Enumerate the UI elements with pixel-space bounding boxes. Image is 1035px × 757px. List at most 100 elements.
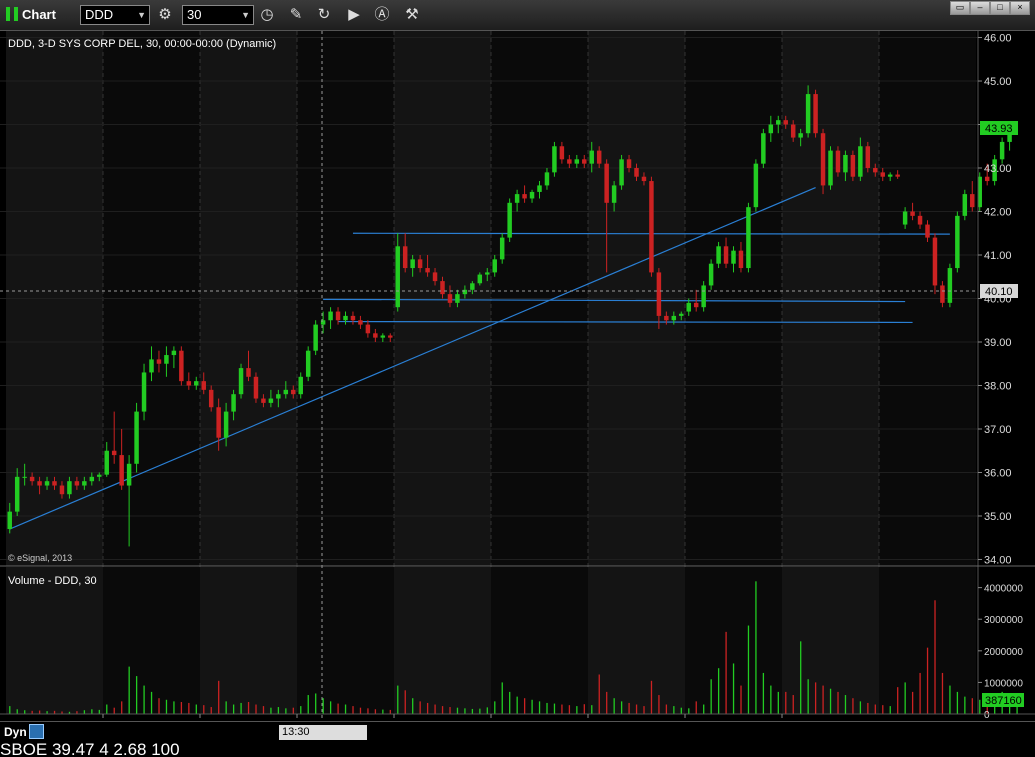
- candle-body: [141, 372, 147, 412]
- volume-bar: [807, 679, 809, 714]
- candle-body: [455, 294, 460, 303]
- chart-area[interactable]: 46.0045.0044.0043.0042.0041.0040.0039.00…: [0, 31, 1035, 721]
- candle-body: [589, 150, 594, 164]
- volume-bar: [732, 663, 735, 714]
- window-minimize-icon[interactable]: –: [970, 1, 990, 15]
- volume-bar: [158, 698, 160, 714]
- candle-body: [544, 172, 550, 186]
- candle-body: [380, 335, 386, 338]
- candle-body: [723, 246, 729, 264]
- candle-body: [611, 185, 617, 203]
- play-icon[interactable]: ▶: [344, 5, 364, 25]
- candle-body: [291, 389, 296, 395]
- volume-bar: [292, 707, 294, 714]
- candle-body: [67, 481, 72, 495]
- candle-body: [790, 124, 796, 138]
- candle-body: [14, 476, 20, 512]
- volume-bar: [180, 701, 183, 714]
- session-band: [588, 567, 685, 714]
- candle-body: [358, 320, 363, 325]
- alert-icon[interactable]: Ⓐ: [372, 5, 392, 25]
- candle-body: [82, 481, 87, 486]
- volume-bar: [523, 698, 526, 714]
- window-close-icon[interactable]: ×: [1010, 1, 1030, 15]
- candle-body: [156, 359, 162, 364]
- candle-body: [402, 246, 408, 269]
- interval-settings-icon[interactable]: ⚙: [155, 5, 175, 25]
- price-tick-label: 41.00: [984, 250, 1012, 262]
- volume-bar: [494, 701, 496, 714]
- volume-bar: [606, 691, 608, 714]
- symbol-input[interactable]: DDD ▼: [80, 5, 150, 25]
- time-axis: 300100607080910: [0, 713, 1035, 718]
- window-maximize-icon[interactable]: □: [990, 1, 1010, 15]
- candle-body: [708, 263, 714, 286]
- candle-body: [313, 324, 318, 351]
- crosshair-time-readout: 13:30 05/02/2013: [279, 725, 367, 753]
- window-back-icon[interactable]: ▭: [950, 1, 970, 15]
- price-tick-label: 38.00: [984, 380, 1012, 392]
- volume-bar: [814, 682, 817, 714]
- candle-body: [485, 272, 490, 275]
- volume-bar: [620, 701, 623, 714]
- candle-body: [641, 176, 647, 182]
- volume-bar: [867, 702, 869, 714]
- candle-body: [746, 207, 751, 269]
- candle-body: [492, 259, 497, 273]
- session-band: [6, 567, 103, 714]
- candle-body: [507, 202, 512, 238]
- volume-bar: [688, 708, 690, 714]
- price-tick-label: 37.00: [984, 424, 1012, 436]
- candle-body: [559, 146, 565, 160]
- clock-icon[interactable]: ◷: [257, 5, 277, 25]
- candle-body: [231, 394, 236, 412]
- volume-bar: [755, 581, 757, 714]
- chevron-down-icon[interactable]: ▼: [137, 6, 146, 24]
- candle-body: [44, 481, 50, 486]
- volume-bar: [404, 690, 406, 714]
- volume-bar: [874, 704, 876, 714]
- volume-bar: [255, 704, 257, 714]
- volume-bar: [434, 704, 436, 714]
- volume-bar: [964, 696, 966, 714]
- last-price-label: 43.93: [985, 123, 1013, 135]
- pencil-icon[interactable]: ✎: [286, 5, 306, 25]
- session-band: [200, 567, 297, 714]
- candle-body: [223, 411, 229, 438]
- candle-body: [820, 133, 826, 186]
- candle-body: [440, 281, 445, 295]
- volume-tick-label: 3000000: [984, 615, 1023, 626]
- candle-body: [955, 215, 960, 269]
- volume-bar: [889, 706, 891, 714]
- candle-body: [805, 94, 811, 134]
- refresh-icon[interactable]: ↻: [314, 5, 334, 25]
- volume-panel-caption: Volume - DDD, 30: [8, 575, 97, 587]
- volume-bar: [822, 685, 824, 714]
- volume-bar: [859, 701, 862, 714]
- volume-bar: [561, 704, 563, 714]
- crosshair-price-label: 40.10: [985, 286, 1013, 298]
- chevron-down-icon[interactable]: ▼: [241, 6, 250, 24]
- dynamic-toggle-icon[interactable]: [29, 724, 44, 739]
- chart-app-icon: [6, 7, 18, 21]
- candle-body: [514, 194, 520, 203]
- candle-body: [567, 159, 572, 164]
- candle-body: [761, 133, 766, 164]
- tools-icon[interactable]: ⚒: [402, 5, 422, 25]
- candle-body: [664, 315, 669, 321]
- candle-body: [432, 272, 438, 282]
- volume-bar: [195, 704, 197, 714]
- candle-body: [149, 359, 154, 373]
- volume-bar: [949, 685, 951, 714]
- volume-bar: [568, 705, 571, 714]
- volume-bar: [956, 691, 959, 714]
- volume-bar: [322, 698, 324, 714]
- candle-body: [164, 355, 169, 364]
- price-tick-label: 46.00: [984, 33, 1012, 45]
- candle-body: [201, 381, 206, 390]
- volume-bar: [389, 709, 391, 714]
- volume-bar: [150, 691, 153, 714]
- interval-input[interactable]: 30 ▼: [182, 5, 254, 25]
- volume-tick-label: 2000000: [984, 647, 1023, 658]
- volume-bar: [613, 698, 615, 714]
